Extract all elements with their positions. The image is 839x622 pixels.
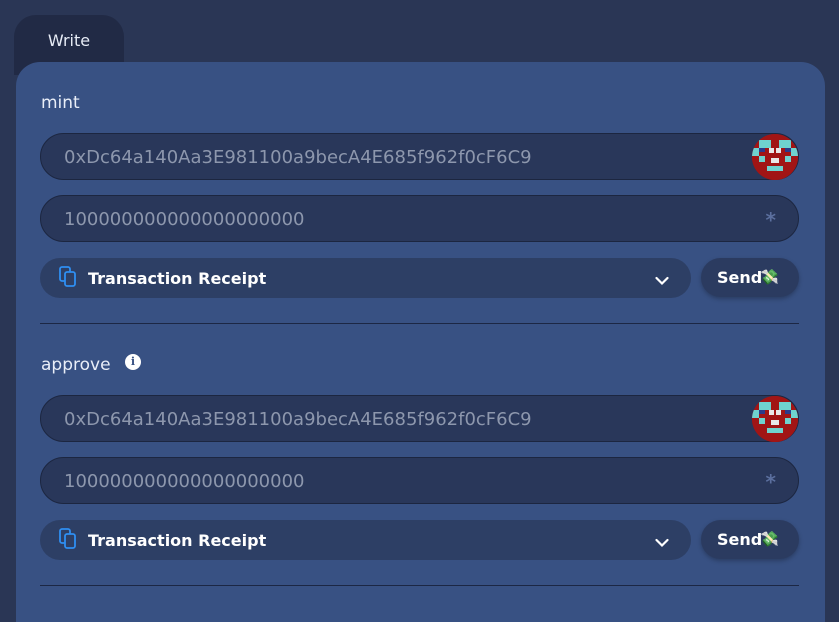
tab-write-label: Write: [47, 31, 91, 50]
divider: [40, 323, 799, 324]
asterisk-icon: *: [765, 470, 776, 494]
send-button-approve[interactable]: Send 💸: [701, 520, 799, 559]
blockie-avatar: [752, 134, 798, 180]
amount-input-approve[interactable]: 100000000000000000000 *: [40, 457, 799, 504]
write-panel: mint 0xDc64a140Aa3E981100a9becA4E685f962…: [16, 62, 825, 622]
address-input-value: 0xDc64a140Aa3E981100a9becA4E685f962f0cF6…: [64, 409, 532, 430]
send-button-label: Send: [717, 530, 763, 549]
money-with-wings-icon: 💸: [760, 530, 779, 548]
address-input-approve[interactable]: 0xDc64a140Aa3E981100a9becA4E685f962f0cF6…: [40, 395, 799, 442]
money-with-wings-icon: 💸: [760, 268, 779, 286]
send-button-label: Send: [717, 268, 763, 287]
chevron-down-icon: [655, 271, 669, 290]
send-button-mint[interactable]: Send 💸: [701, 258, 799, 297]
divider: [40, 585, 799, 586]
address-input-mint[interactable]: 0xDc64a140Aa3E981100a9becA4E685f962f0cF6…: [40, 133, 799, 180]
transaction-receipt-dropdown-mint[interactable]: Transaction Receipt: [40, 258, 691, 298]
blockie-avatar: [752, 396, 798, 442]
address-input-value: 0xDc64a140Aa3E981100a9becA4E685f962f0cF6…: [64, 147, 532, 168]
amount-input-value: 100000000000000000000: [64, 471, 305, 492]
function-name-approve: approve: [41, 355, 111, 375]
asterisk-icon: *: [765, 208, 776, 232]
amount-input-value: 100000000000000000000: [64, 209, 305, 230]
transaction-receipt-dropdown-approve[interactable]: Transaction Receipt: [40, 520, 691, 560]
function-name-mint: mint: [41, 93, 80, 113]
transaction-receipt-label: Transaction Receipt: [88, 531, 267, 550]
chevron-down-icon: [655, 533, 669, 552]
amount-input-mint[interactable]: 100000000000000000000 *: [40, 195, 799, 242]
copy-icon: [59, 528, 77, 554]
info-icon[interactable]: i: [125, 354, 141, 370]
copy-icon: [59, 266, 77, 292]
transaction-receipt-label: Transaction Receipt: [88, 269, 267, 288]
